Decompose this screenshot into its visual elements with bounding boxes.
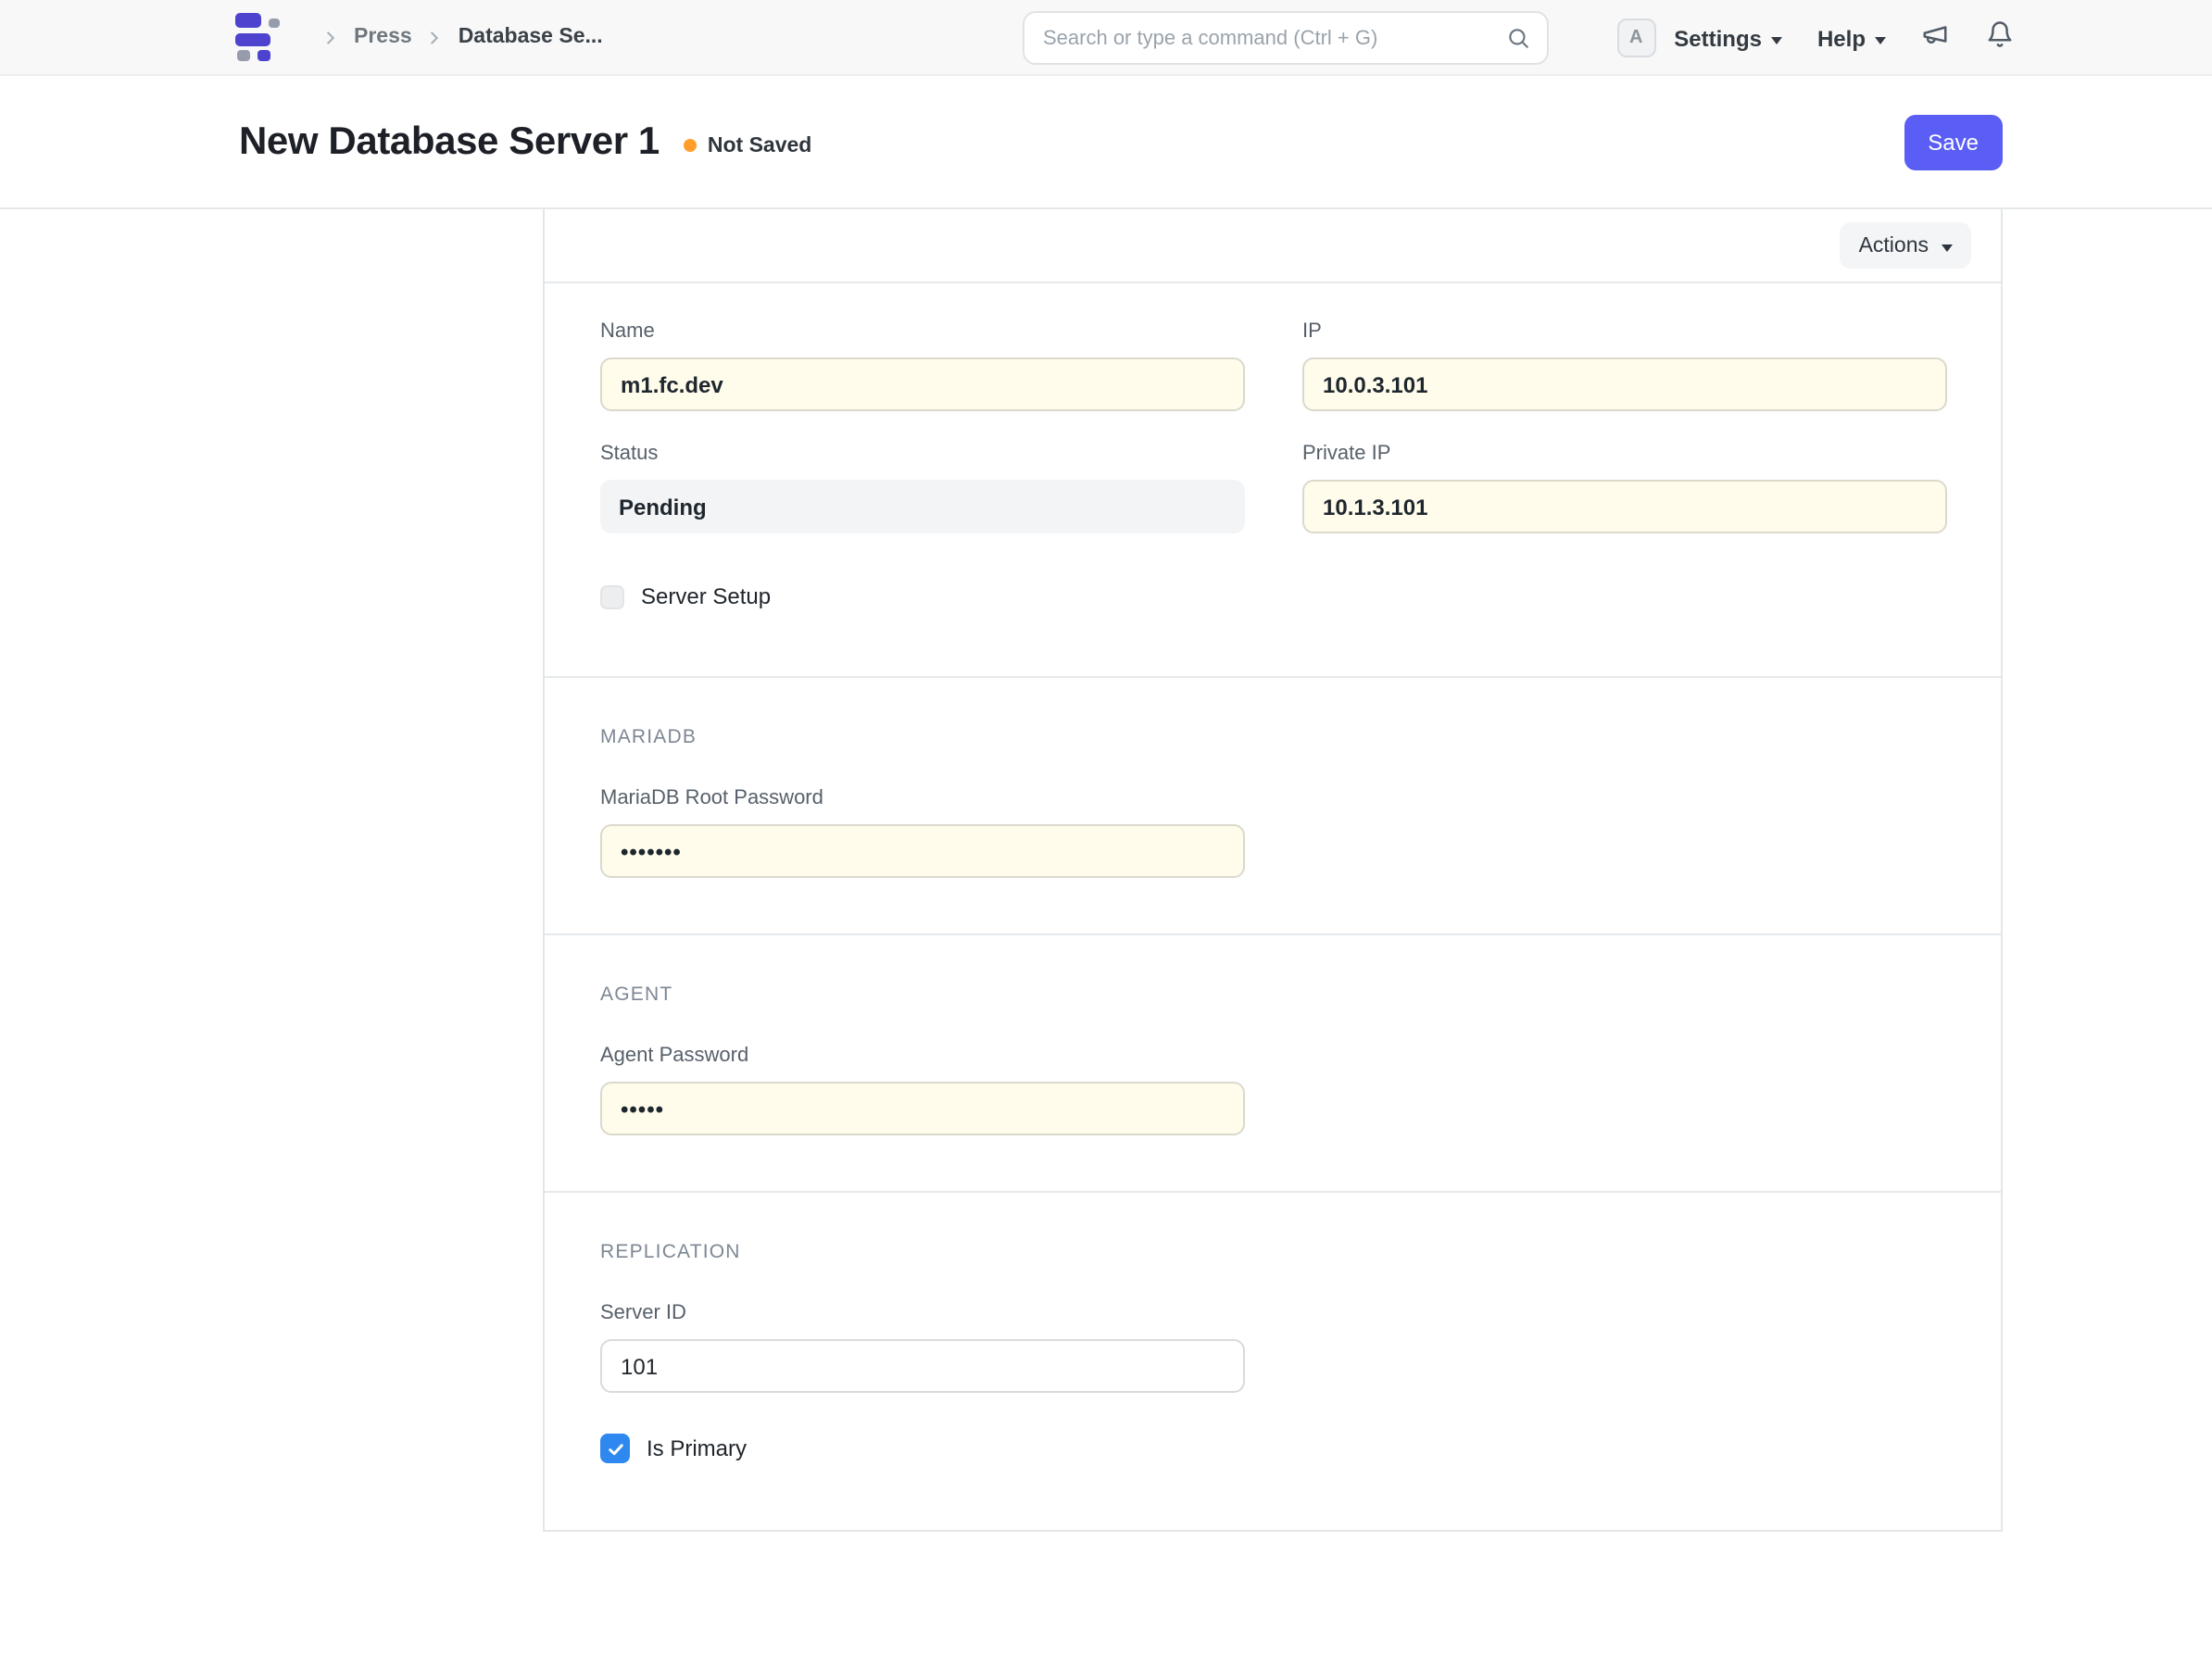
app: Press Database Se... A Settings Help	[0, 0, 2212, 1654]
frappe-logo-shape	[235, 13, 261, 28]
field-name-label: Name	[600, 320, 1245, 345]
settings-menu-label: Settings	[1674, 25, 1762, 51]
field-server-setup: Server Setup	[600, 583, 1245, 609]
frappe-logo-shape	[235, 32, 270, 45]
mariadb-root-password-input[interactable]	[600, 824, 1245, 878]
chevron-right-icon	[320, 27, 341, 47]
help-menu[interactable]: Help	[1817, 25, 1886, 51]
navbar-right-cluster: A Settings Help	[1616, 0, 2014, 76]
help-menu-label: Help	[1817, 25, 1866, 51]
agent-password-input[interactable]	[600, 1082, 1245, 1135]
status-dot-icon	[684, 139, 697, 152]
field-server-id: Server ID	[600, 1302, 1245, 1393]
announcements-button[interactable]	[1921, 19, 1949, 56]
private-ip-input[interactable]	[1302, 480, 1947, 533]
settings-menu[interactable]: Settings	[1674, 25, 1782, 51]
field-agent-password: Agent Password	[600, 1045, 1245, 1135]
breadcrumb: Press Database Se...	[308, 26, 603, 48]
field-ip: IP	[1302, 320, 1947, 411]
actions-button[interactable]: Actions	[1841, 222, 1971, 269]
page-header: New Database Server 1 Not Saved Save	[0, 76, 2212, 209]
agent-password-label: Agent Password	[600, 1045, 1245, 1069]
status-indicator: Not Saved	[684, 134, 812, 157]
server-id-input[interactable]	[600, 1339, 1245, 1393]
section-agent: AGENT Agent Password	[545, 935, 2001, 1193]
save-button[interactable]: Save	[1904, 114, 2003, 169]
search-input[interactable]	[1043, 27, 1506, 49]
field-name: Name	[600, 320, 1245, 411]
megaphone-icon	[1921, 19, 1949, 56]
search-icon	[1506, 26, 1530, 50]
field-status-label: Status	[600, 443, 1245, 467]
section-replication: REPLICATION Server ID Is Primary	[545, 1193, 2001, 1530]
field-status: Status Pending	[600, 443, 1245, 533]
section-mariadb: MARIADB MariaDB Root Password	[545, 678, 2001, 935]
section-agent-title: AGENT	[600, 984, 1945, 1006]
breadcrumb-item-database-server[interactable]: Database Se...	[459, 26, 603, 48]
name-input[interactable]	[600, 357, 1245, 411]
actions-button-label: Actions	[1859, 234, 1929, 257]
field-mariadb-root-password: MariaDB Root Password	[600, 787, 1245, 878]
checkmark-icon	[605, 1438, 625, 1459]
server-setup-label[interactable]: Server Setup	[641, 583, 771, 609]
is-primary-label[interactable]: Is Primary	[647, 1435, 747, 1461]
frappe-logo-shape	[257, 49, 270, 61]
frappe-logo-shape	[237, 49, 250, 61]
section-mariadb-title: MARIADB	[600, 726, 1945, 748]
top-navbar: Press Database Se... A Settings Help	[0, 0, 2212, 76]
is-primary-checkbox[interactable]	[600, 1434, 630, 1463]
notifications-button[interactable]	[1986, 19, 2014, 56]
field-ip-label: IP	[1302, 320, 1947, 345]
ip-input[interactable]	[1302, 357, 1947, 411]
mariadb-root-password-label: MariaDB Root Password	[600, 787, 1245, 811]
caret-down-icon	[1875, 36, 1886, 44]
frappe-logo-shape	[269, 18, 280, 27]
frappe-logo[interactable]	[235, 13, 283, 61]
section-replication-title: REPLICATION	[600, 1241, 1945, 1263]
section-overview: Name IP Status Pending Private IP	[545, 283, 2001, 678]
caret-down-icon	[1942, 244, 1953, 251]
form-toolbar: Actions	[545, 209, 2001, 283]
status-indicator-label: Not Saved	[708, 134, 812, 157]
field-is-primary: Is Primary	[600, 1434, 1945, 1463]
page-title: New Database Server 1	[239, 119, 660, 164]
status-value: Pending	[600, 480, 1245, 533]
global-search	[1023, 11, 1549, 65]
breadcrumb-item-press[interactable]: Press	[354, 26, 412, 48]
bell-icon	[1986, 19, 2014, 56]
chevron-right-icon	[425, 27, 446, 47]
field-private-ip: Private IP	[1302, 443, 1947, 533]
form-container: Actions Name IP Status Pending	[543, 209, 2003, 1532]
avatar[interactable]: A	[1616, 19, 1655, 57]
caret-down-icon	[1771, 36, 1782, 44]
field-private-ip-label: Private IP	[1302, 443, 1947, 467]
server-setup-checkbox[interactable]	[600, 584, 624, 608]
server-id-label: Server ID	[600, 1302, 1245, 1326]
